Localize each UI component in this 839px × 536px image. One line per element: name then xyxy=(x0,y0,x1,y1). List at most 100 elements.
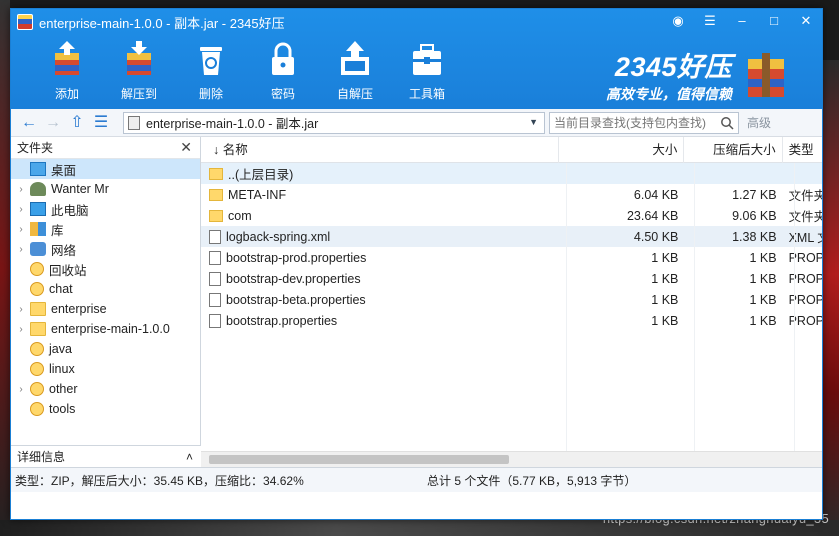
sidebar-item-library[interactable]: › 库 xyxy=(11,219,200,239)
file-icon xyxy=(209,229,221,244)
sidebar-item-tools[interactable]: tools xyxy=(11,399,200,419)
path-field[interactable]: enterprise-main-1.0.0 - 副本.jar ▼ xyxy=(123,111,545,134)
file-name: bootstrap-beta.properties xyxy=(226,292,366,307)
file-size: 23.64 KB xyxy=(626,208,679,223)
brand-slogan: 高效专业，值得信赖 xyxy=(606,86,732,102)
sidebar-item-enterprise-main[interactable]: › enterprise-main-1.0.0 xyxy=(11,319,200,339)
maximize-button[interactable]: □ xyxy=(766,13,782,29)
sidebar-item-other[interactable]: › other xyxy=(11,379,200,399)
toolbar-password-button[interactable]: 密码 xyxy=(247,39,319,102)
back-arrow-icon[interactable]: ← xyxy=(19,113,39,133)
table-row[interactable]: META-INF 6.04 KB 1.27 KB 文件夹 xyxy=(201,184,822,205)
file-list-header: ↓ 名称 大小 压缩后大小 类型 xyxy=(201,137,822,163)
toolbar-password-label: 密码 xyxy=(270,87,295,101)
haozip-logo-icon xyxy=(748,52,784,97)
table-row[interactable]: ..(上层目录) xyxy=(201,163,822,184)
search-input[interactable] xyxy=(554,115,714,130)
self-extract-icon xyxy=(341,41,369,75)
scrollbar-thumb[interactable] xyxy=(209,455,509,464)
toolbar-delete-label: 删除 xyxy=(198,87,223,101)
column-compressed-size[interactable]: 压缩后大小 xyxy=(684,137,783,163)
view-mode-icon[interactable]: ☰ xyxy=(91,113,111,133)
table-row[interactable]: logback-spring.xml 4.50 KB 1.38 KB XML 文… xyxy=(201,226,822,247)
folder-icon xyxy=(209,209,223,222)
minimize-button[interactable]: – xyxy=(734,13,750,29)
file-list: ↓ 名称 大小 压缩后大小 类型 ..(上层目录) META-INF 6.04 … xyxy=(201,137,822,467)
close-button[interactable]: ✕ xyxy=(798,13,814,29)
details-panel-toggle[interactable]: 详细信息 ˄ xyxy=(11,445,201,467)
sidebar-close-icon[interactable]: ✕ xyxy=(180,139,192,156)
sidebar-item-desktop[interactable]: 桌面 xyxy=(11,159,200,179)
table-row[interactable]: bootstrap-dev.properties 1 KB 1 KB PROPE… xyxy=(201,268,822,289)
library-icon xyxy=(30,222,46,236)
sidebar-item-java[interactable]: java xyxy=(11,339,200,359)
sidebar-item-this-pc[interactable]: › 此电脑 xyxy=(11,199,200,219)
feedback-icon[interactable]: ◉ xyxy=(670,13,686,29)
sidebar-item-label: other xyxy=(49,382,78,396)
folder-icon xyxy=(30,322,46,336)
table-row[interactable]: bootstrap-prod.properties 1 KB 1 KB PROP… xyxy=(201,247,822,268)
sidebar-item-label: enterprise xyxy=(51,302,107,316)
table-row[interactable]: bootstrap-beta.properties 1 KB 1 KB PROP… xyxy=(201,289,822,310)
column-name[interactable]: ↓ 名称 xyxy=(201,137,559,163)
header: enterprise-main-1.0.0 - 副本.jar - 2345好压 … xyxy=(11,9,822,109)
file-name: META-INF xyxy=(228,187,287,202)
toolbar-add-button[interactable]: 添加 xyxy=(31,39,103,102)
sidebar-title: 文件夹 xyxy=(17,141,54,155)
file-icon xyxy=(209,313,221,328)
toolbar-delete-button[interactable]: 删除 xyxy=(175,39,247,102)
tree-caret[interactable]: › xyxy=(15,304,27,315)
horizontal-scrollbar[interactable] xyxy=(201,451,822,467)
tree-caret[interactable]: › xyxy=(15,204,27,215)
search-box xyxy=(549,111,739,134)
tree-caret[interactable]: › xyxy=(15,384,27,395)
recycle-bin-icon xyxy=(30,262,44,276)
search-icon[interactable] xyxy=(720,116,734,130)
file-compressed-size: 9.06 KB xyxy=(732,208,777,223)
path-text: enterprise-main-1.0.0 - 副本.jar xyxy=(146,117,319,131)
folder-icon xyxy=(30,302,46,316)
network-icon xyxy=(30,242,46,256)
emoji-folder-icon xyxy=(30,362,44,376)
expand-arrow-icon: ˄ xyxy=(185,449,193,464)
advanced-search-link[interactable]: 高级 xyxy=(747,114,771,131)
sidebar-item-label: Wanter Mr xyxy=(51,182,109,196)
app-logo-icon xyxy=(17,14,33,30)
file-type: 文件夹 xyxy=(789,210,822,224)
file-icon xyxy=(209,292,221,307)
tree-caret[interactable]: › xyxy=(15,184,27,195)
menu-icon[interactable]: ☰ xyxy=(702,13,718,29)
brand-name: 2345好压 xyxy=(614,52,732,82)
tree-caret[interactable]: › xyxy=(15,224,27,235)
tree-caret[interactable]: › xyxy=(15,324,27,335)
details-label: 详细信息 xyxy=(17,450,66,464)
file-size: 4.50 KB xyxy=(633,229,679,244)
table-row[interactable]: bootstrap.properties 1 KB 1 KB PROPERTIE… xyxy=(201,310,822,331)
sidebar-item-network[interactable]: › 网络 xyxy=(11,239,200,259)
toolbar-extract-button[interactable]: 解压到 xyxy=(103,39,175,102)
archive-total: 总计 5 个文件（5.77 KB，5,913 字节） xyxy=(427,473,637,488)
emoji-folder-icon xyxy=(30,342,44,356)
up-folder-icon[interactable]: ⇧ xyxy=(67,113,87,133)
toolbar-toolbox-button[interactable]: 工具箱 xyxy=(391,39,463,102)
file-icon xyxy=(209,271,221,286)
file-name: bootstrap-dev.properties xyxy=(226,271,361,286)
path-dropdown-icon[interactable]: ▼ xyxy=(529,117,538,127)
file-type: 文件夹 xyxy=(789,189,822,203)
sidebar-item-user[interactable]: › Wanter Mr xyxy=(11,179,200,199)
sidebar-item-label: 回收站 xyxy=(49,263,87,278)
sidebar-item-label: linux xyxy=(49,362,75,376)
tree-caret[interactable]: › xyxy=(15,244,27,255)
column-type[interactable]: 类型 xyxy=(783,137,822,163)
sidebar-item-enterprise[interactable]: › enterprise xyxy=(11,299,200,319)
folder-icon xyxy=(209,188,223,201)
desktop-icon xyxy=(30,162,46,176)
toolbar-selfextract-button[interactable]: 自解压 xyxy=(319,39,391,102)
sidebar-item-chat[interactable]: chat xyxy=(11,279,200,299)
forward-arrow-icon[interactable]: → xyxy=(43,113,63,133)
column-size[interactable]: 大小 xyxy=(559,137,685,163)
table-row[interactable]: com 23.64 KB 9.06 KB 文件夹 xyxy=(201,205,822,226)
column-divider xyxy=(794,163,795,467)
sidebar-item-linux[interactable]: linux xyxy=(11,359,200,379)
sidebar-item-recycle-bin[interactable]: 回收站 xyxy=(11,259,200,279)
